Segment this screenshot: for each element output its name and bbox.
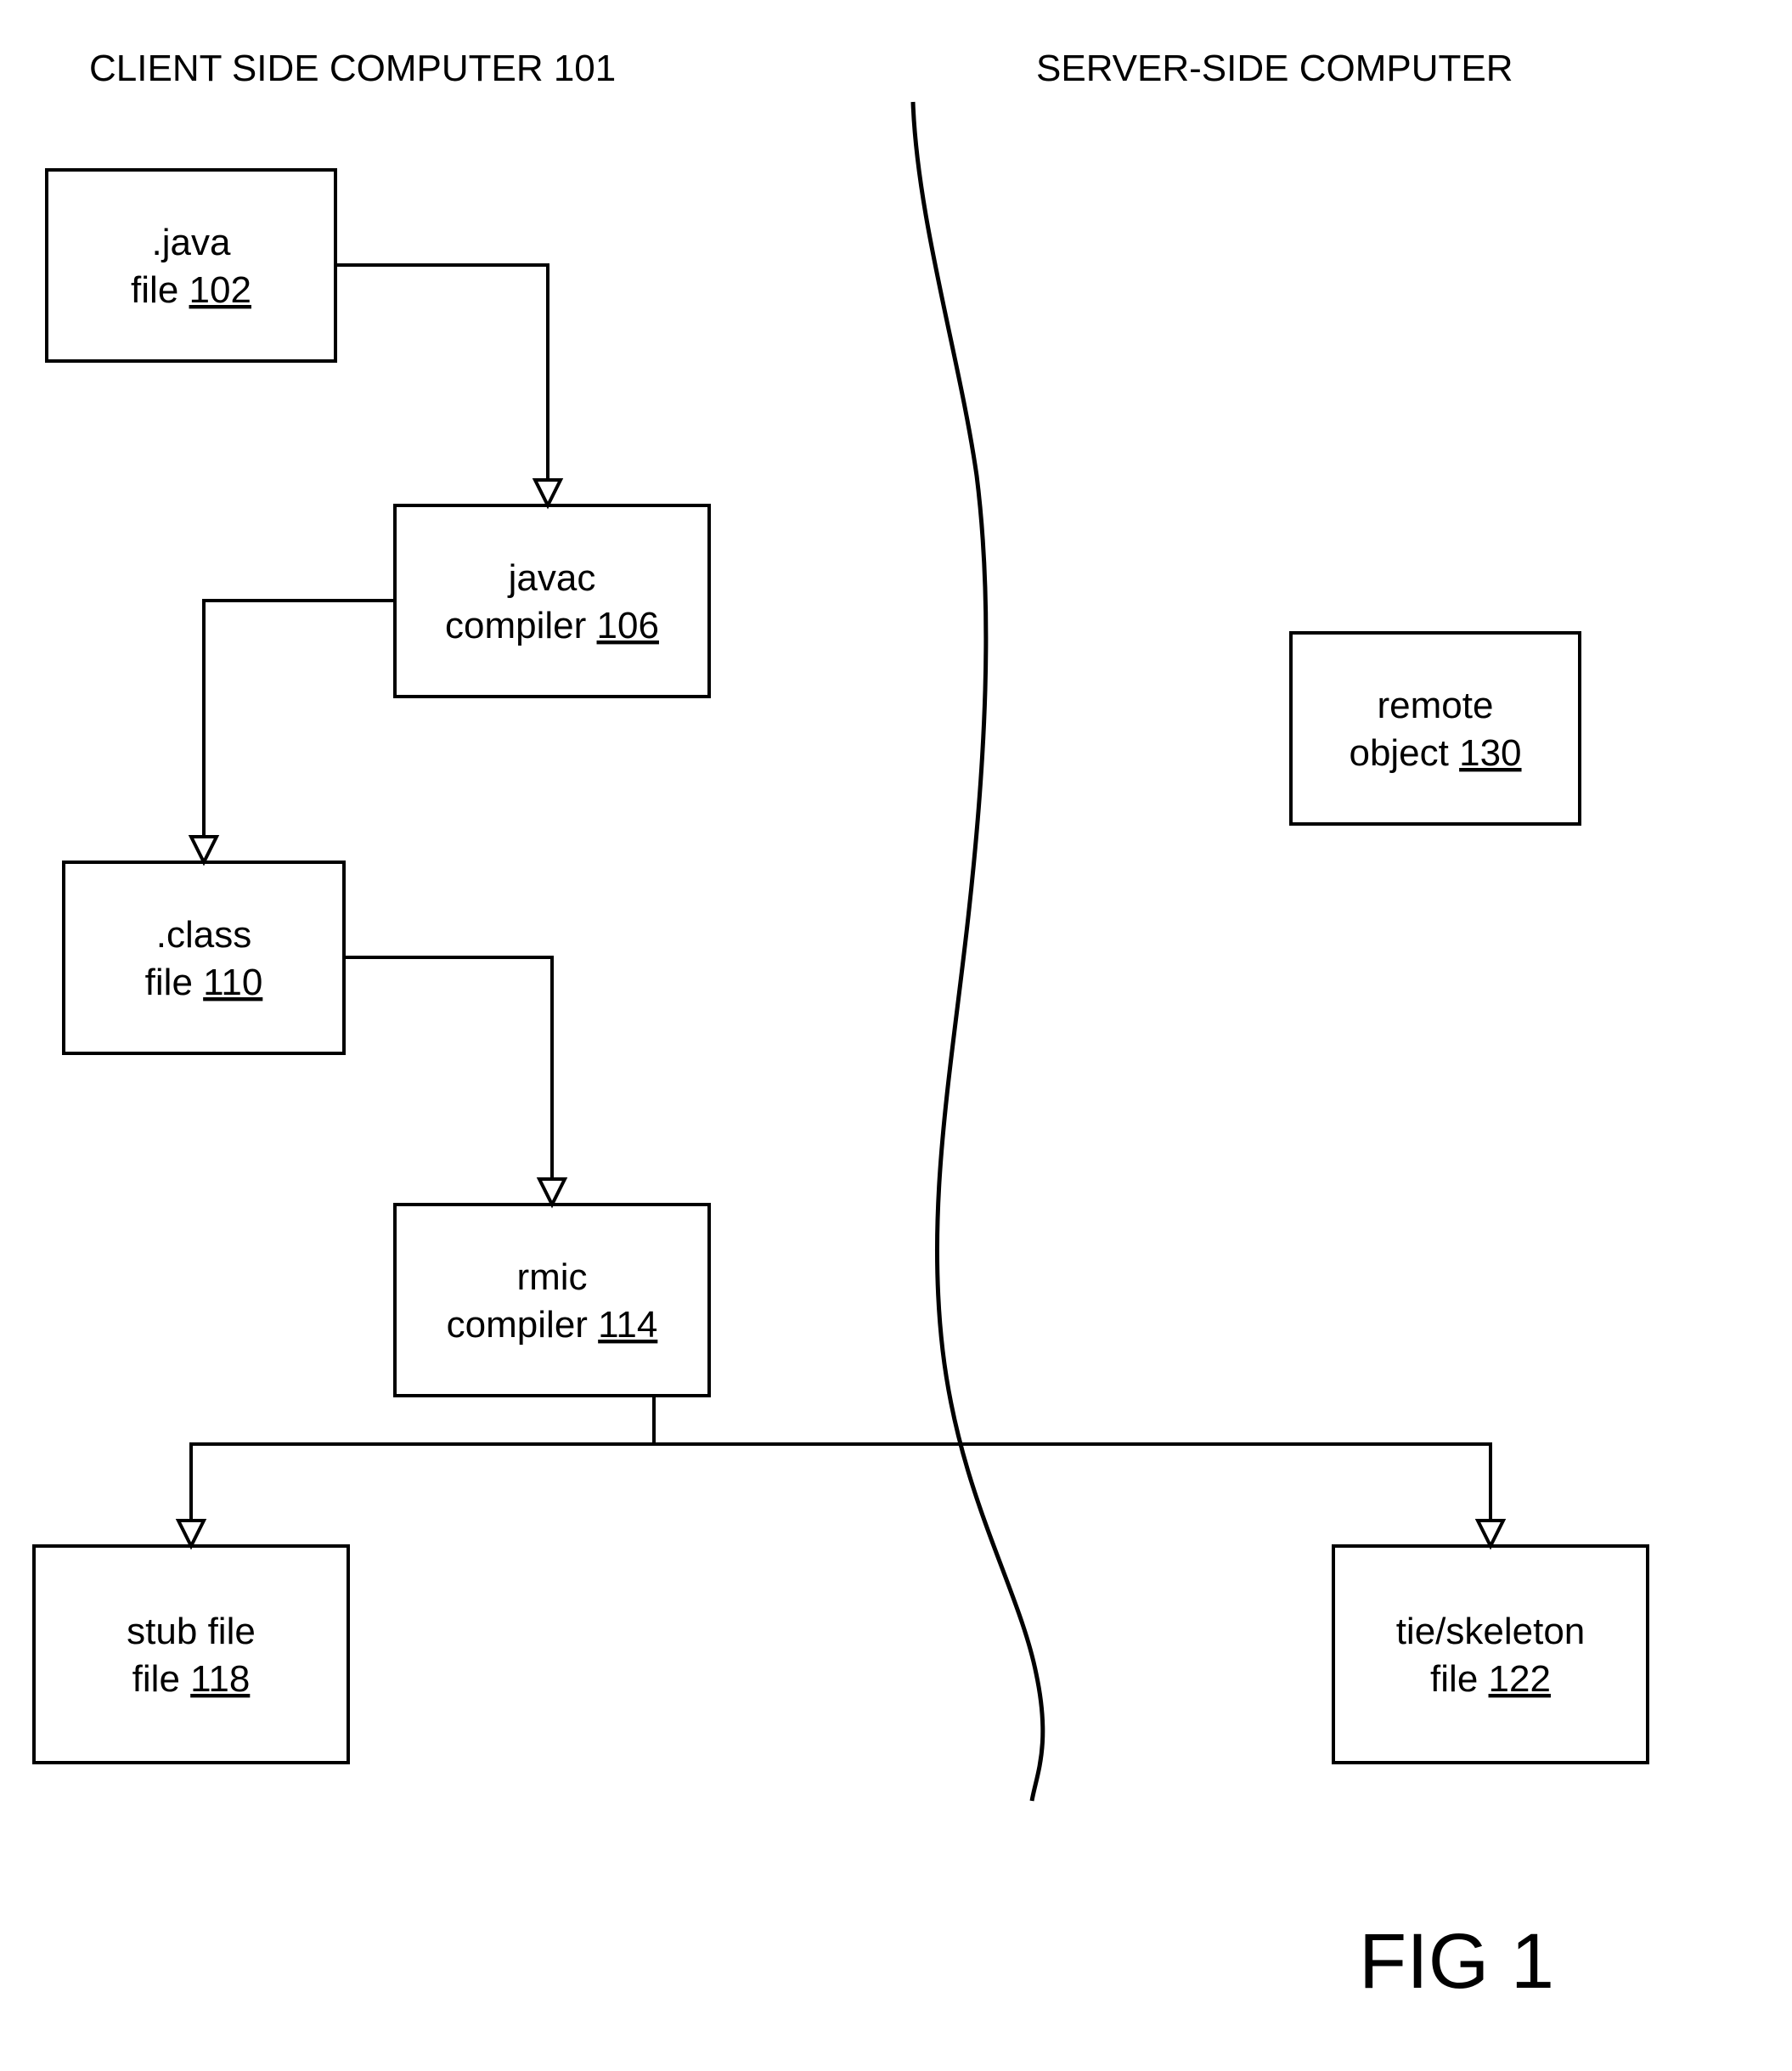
arrow-javac-to-class — [191, 601, 395, 862]
header-right: SERVER-SIDE COMPUTER — [1036, 48, 1513, 89]
box-rmic-compiler: rmic compiler 114 — [395, 1205, 709, 1396]
box-javac-line2: compiler 106 — [445, 605, 659, 646]
box-stub-line1: stub file — [127, 1611, 256, 1652]
box-tie-line2: file 122 — [1430, 1658, 1551, 1700]
box-rmic-line1: rmic — [516, 1256, 587, 1298]
box-class-line1: .class — [156, 914, 251, 956]
box-java-file-line2: file 102 — [131, 269, 251, 311]
arrow-class-to-rmic — [344, 957, 565, 1205]
arrow-rmic-split — [178, 1396, 1503, 1546]
header-left: CLIENT SIDE COMPUTER 101 — [89, 48, 616, 89]
box-java-file: .java file 102 — [47, 170, 335, 361]
box-class-file: .class file 110 — [64, 862, 344, 1053]
box-remote-object: remote object 130 — [1291, 633, 1580, 824]
box-rmic-line2: compiler 114 — [447, 1304, 658, 1346]
figure-label: FIG 1 — [1359, 1918, 1554, 2005]
box-tie-skeleton-file: tie/skeleton file 122 — [1333, 1546, 1648, 1763]
arrow-java-to-javac — [335, 265, 561, 505]
box-remote-line2: object 130 — [1349, 732, 1521, 774]
box-stub-line2: file 118 — [132, 1658, 251, 1700]
box-remote-line1: remote — [1378, 685, 1494, 726]
box-class-line2: file 110 — [145, 962, 263, 1003]
divider-curve — [913, 102, 1043, 1801]
box-javac-line1: javac — [507, 557, 596, 599]
diagram-canvas: CLIENT SIDE COMPUTER 101 SERVER-SIDE COM… — [0, 0, 1792, 2071]
box-stub-file: stub file file 118 — [34, 1546, 348, 1763]
box-tie-line1: tie/skeleton — [1396, 1611, 1586, 1652]
box-java-file-line1: .java — [152, 222, 231, 263]
box-javac-compiler: javac compiler 106 — [395, 505, 709, 697]
